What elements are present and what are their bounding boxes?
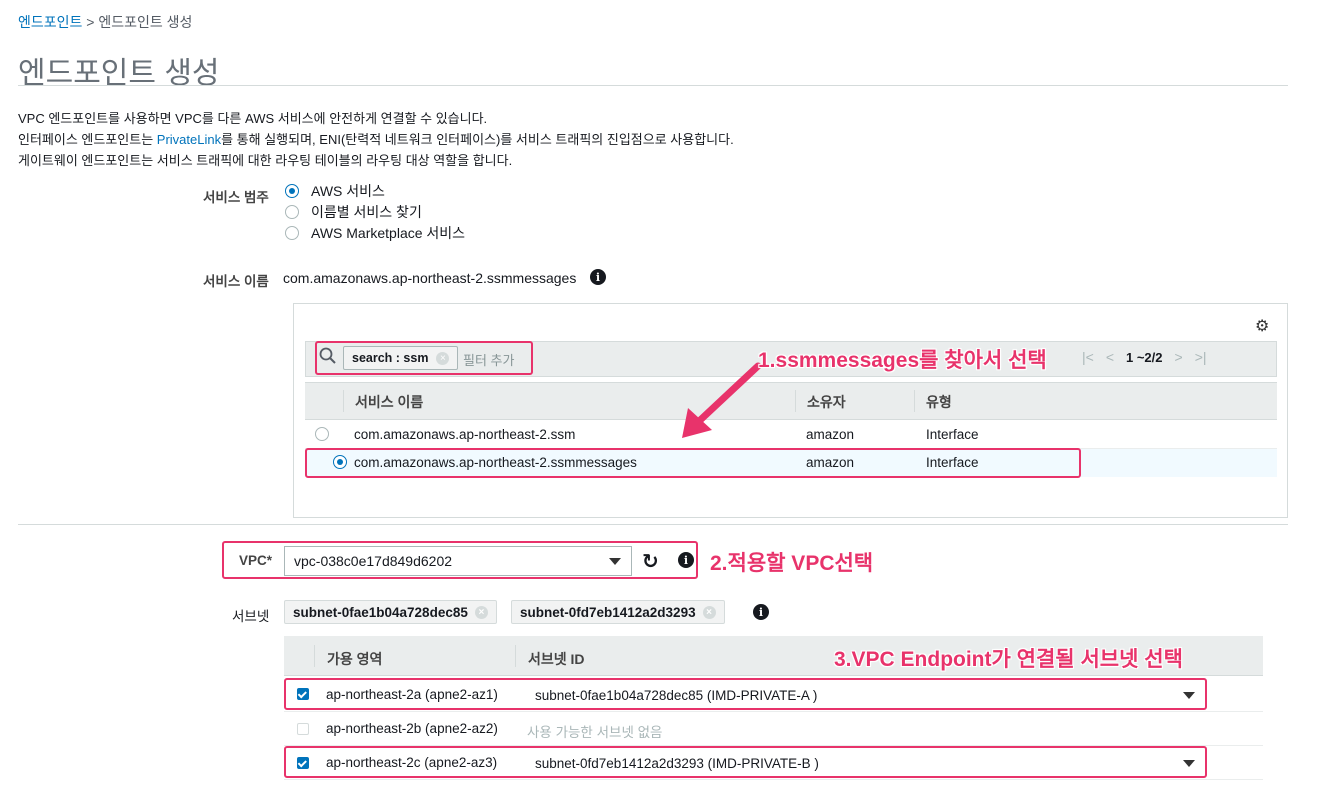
breadcrumb-separator: >	[86, 14, 95, 30]
description-text: 를 통해 실행되며, ENI(탄력적 네트워크 인터페이스)를 서비스 트래픽의…	[221, 132, 734, 147]
subnet-token-label: subnet-0fae1b04a728dec85	[293, 604, 468, 620]
pagination: |< < 1 ~2/2 > >|	[1082, 349, 1207, 365]
service-row-name: com.amazonaws.ap-northeast-2.ssm	[354, 427, 576, 442]
annotation-highlight-subnet-b	[284, 746, 1207, 778]
column-divider	[314, 645, 315, 667]
az-row-checkbox	[297, 723, 309, 735]
subnet-label: 서브넷	[232, 609, 270, 624]
last-page-button[interactable]: >|	[1195, 349, 1207, 365]
service-table-header	[305, 382, 1277, 420]
column-header-service-name[interactable]: 서비스 이름	[355, 392, 423, 412]
close-icon[interactable]: ×	[702, 605, 716, 619]
subnet-token[interactable]: subnet-0fae1b04a728dec85 ×	[284, 600, 497, 624]
breadcrumb-link-endpoints[interactable]: 엔드포인트	[18, 14, 82, 30]
section-divider	[18, 524, 1288, 525]
service-name-label: 서비스 이름	[203, 274, 269, 289]
row-divider	[284, 711, 1263, 712]
column-header-type[interactable]: 유형	[926, 392, 952, 412]
radio-button[interactable]	[285, 184, 299, 198]
service-row-owner: amazon	[806, 427, 855, 442]
breadcrumb: 엔드포인트 > 엔드포인트 생성	[18, 12, 192, 32]
annotation-highlight-service-row	[305, 448, 1081, 478]
row-divider	[284, 779, 1263, 780]
annotation-highlight-subnet-a	[284, 678, 1207, 710]
column-divider	[914, 390, 915, 412]
radio-button[interactable]	[285, 226, 299, 240]
description-line-2: 인터페이스 엔드포인트는 PrivateLink를 통해 실행되며, ENI(탄…	[18, 129, 734, 148]
subnet-token-label: subnet-0fd7eb1412a2d3293	[520, 604, 696, 620]
column-divider	[515, 645, 516, 667]
annotation-arrow-icon	[682, 362, 762, 438]
privatelink-link[interactable]: PrivateLink	[157, 132, 221, 147]
radio-label: AWS Marketplace 서비스	[311, 225, 466, 241]
first-page-button[interactable]: |<	[1082, 349, 1094, 365]
annotation-step1: 1.ssmmessages를 찾아서 선택	[758, 349, 1047, 372]
radio-aws-services[interactable]: AWS 서비스	[285, 181, 385, 201]
gear-icon[interactable]: ⚙	[1255, 316, 1269, 336]
radio-label: AWS 서비스	[311, 183, 385, 199]
description-line-3: 게이트웨이 엔드포인트는 서비스 트래픽에 대한 라우팅 테이블의 라우팅 대상…	[18, 153, 513, 168]
radio-marketplace[interactable]: AWS Marketplace 서비스	[285, 223, 465, 243]
annotation-step3: 3.VPC Endpoint가 연결될 서브넷 선택	[834, 648, 1183, 671]
subnet-token[interactable]: subnet-0fd7eb1412a2d3293 ×	[511, 600, 725, 624]
column-header-owner[interactable]: 소유자	[807, 392, 846, 412]
page-count: 1 ~2/2	[1126, 349, 1163, 365]
info-icon[interactable]: i	[753, 604, 769, 620]
breadcrumb-current: 엔드포인트 생성	[98, 14, 193, 30]
next-page-button[interactable]: >	[1175, 349, 1183, 365]
service-category-label: 서비스 범주	[203, 190, 269, 205]
annotation-highlight-filter	[315, 341, 533, 375]
column-header-az[interactable]: 가용 영역	[327, 649, 382, 669]
annotation-highlight-vpc	[222, 541, 698, 579]
radio-find-by-name[interactable]: 이름별 서비스 찾기	[285, 202, 422, 222]
az-row-zone: ap-northeast-2b (apne2-az2)	[326, 721, 498, 736]
radio-button[interactable]	[285, 205, 299, 219]
service-name-value: com.amazonaws.ap-northeast-2.ssmmessages	[283, 270, 577, 286]
column-divider	[795, 390, 796, 412]
no-subnet-text: 사용 가능한 서브넷 없음	[527, 725, 663, 740]
service-row-radio[interactable]	[315, 427, 329, 441]
info-icon[interactable]: i	[590, 269, 606, 285]
column-divider	[343, 390, 344, 412]
description-text: 인터페이스 엔드포인트는	[18, 132, 157, 147]
column-header-subnet-id[interactable]: 서브넷 ID	[528, 649, 585, 669]
service-row-type: Interface	[926, 427, 979, 442]
prev-page-button[interactable]: <	[1106, 349, 1114, 365]
description-line-1: VPC 엔드포인트를 사용하면 VPC를 다른 AWS 서비스에 안전하게 연결…	[18, 111, 488, 126]
annotation-step2: 2.적용할 VPC선택	[710, 552, 874, 575]
title-divider	[18, 85, 1288, 86]
close-icon[interactable]: ×	[474, 605, 488, 619]
radio-label: 이름별 서비스 찾기	[311, 204, 422, 220]
